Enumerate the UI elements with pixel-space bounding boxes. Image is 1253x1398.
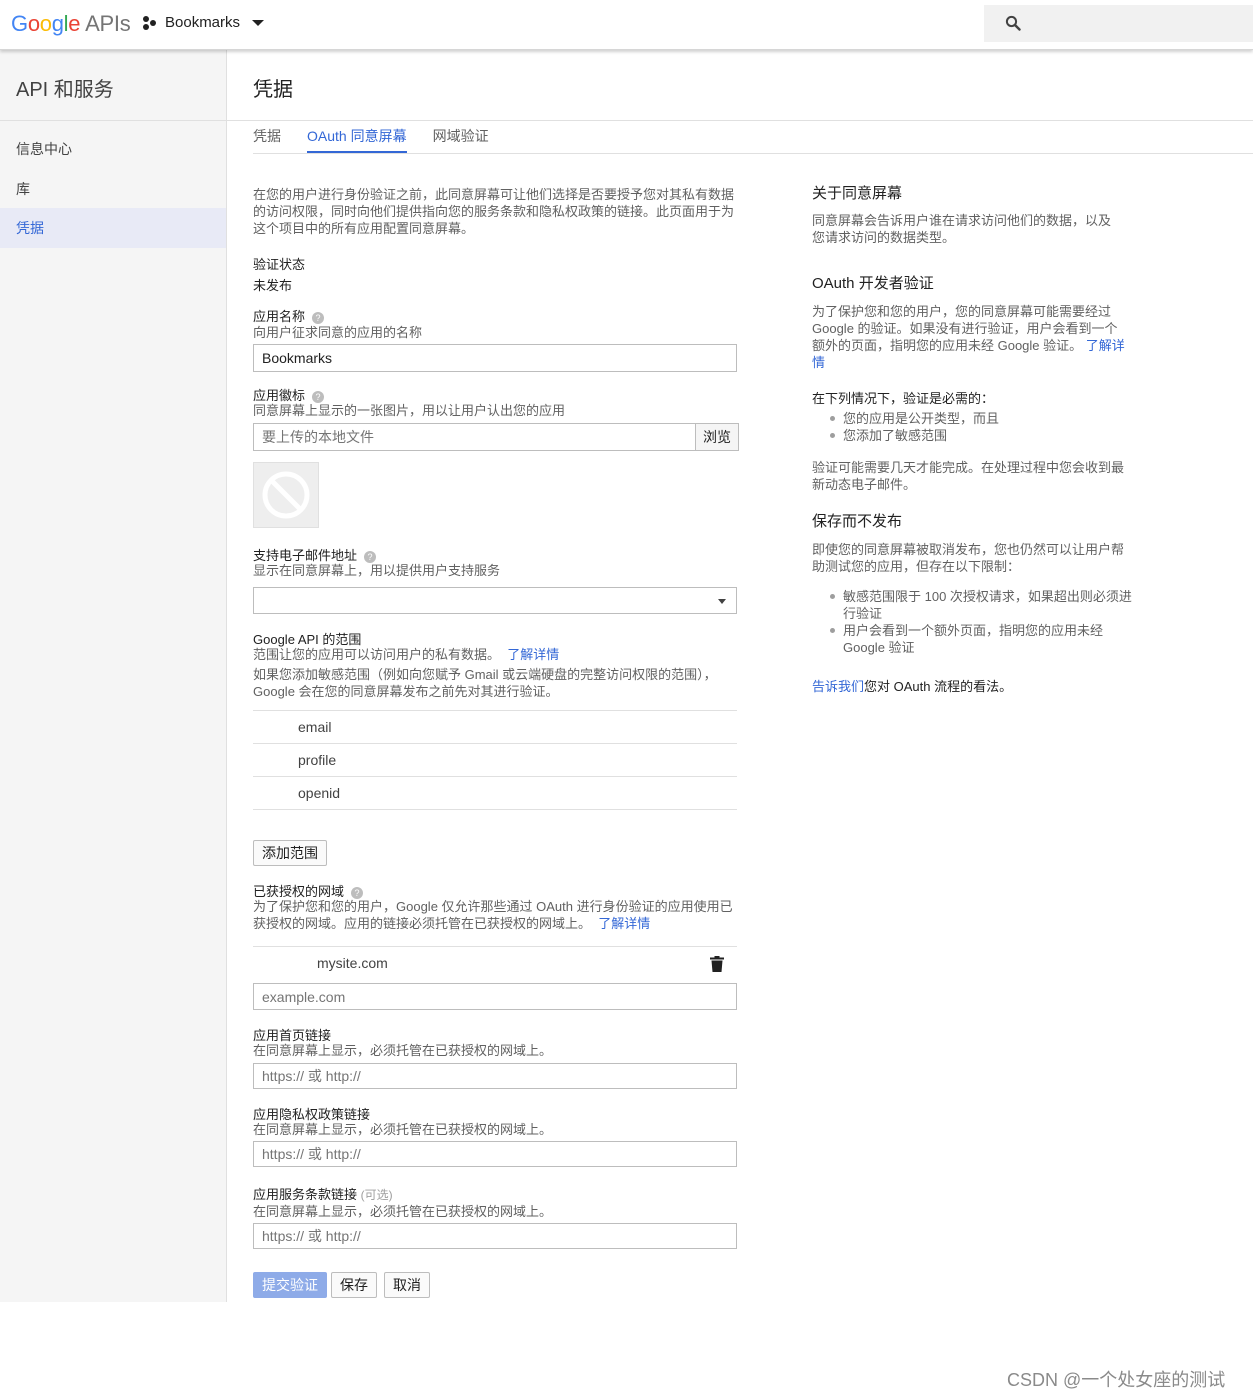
project-dots-icon — [142, 15, 158, 31]
scopes-learn-more-link[interactable]: 了解详情 — [507, 647, 559, 662]
logo-preview — [253, 462, 319, 528]
authorized-domains-desc: 为了保护您和您的用户，Google 仅允许那些通过 OAuth 进行身份验证的应… — [253, 898, 737, 932]
cancel-button[interactable]: 取消 — [384, 1272, 430, 1298]
project-name: Bookmarks — [165, 14, 241, 31]
list-item: 您的应用是公开类型，而且 — [812, 410, 1132, 427]
support-email-label-text: 支持电子邮件地址 — [253, 548, 358, 563]
sidebar-item-library[interactable]: 库 — [0, 169, 226, 209]
save-unpublished-text: 即使您的同意屏幕被取消发布，您也仍然可以让用户帮助测试您的应用，但存在以下限制： — [812, 542, 1125, 574]
tos-input[interactable] — [253, 1223, 737, 1249]
help-icon[interactable]: ? — [312, 312, 325, 324]
watermark: CSDN @一个处女座的测试 — [1007, 1370, 1226, 1390]
logo-suffix: APIs — [85, 11, 131, 36]
domains-learn-more-link[interactable]: 了解详情 — [598, 916, 650, 931]
header-divider — [227, 120, 1253, 121]
intro-text: 在您的用户进行身份验证之前，此同意屏幕可让他们选择是否要授予您对其私有数据的访问… — [253, 187, 735, 236]
authorized-domains-label-text: 已获授权的网域 — [253, 884, 345, 899]
about-title: 关于同意屏幕 — [812, 185, 903, 202]
domain-input[interactable] — [253, 983, 737, 1010]
list-item: 您添加了敏感范围 — [812, 427, 1132, 444]
optional-tag: (可选) — [360, 1188, 393, 1202]
app-logo-label-text: 应用徽标 — [253, 388, 306, 403]
list-item: 敏感范围限于 100 次授权请求，如果超出则必须进行验证 — [812, 588, 1132, 622]
list-item: 用户会看到一个额外页面，指明您的应用未经 Google 验证 — [812, 622, 1132, 656]
caret-down-icon — [252, 19, 265, 26]
app-name-label: 应用名称? — [253, 308, 325, 325]
tab-bar: 凭据 OAuth 同意屏幕 网域验证 — [253, 122, 515, 154]
app-name-input[interactable] — [253, 344, 737, 372]
sidebar-title: API 和服务 — [16, 79, 114, 101]
logo-letter: g — [51, 11, 64, 36]
dropdown-arrow-icon — [718, 599, 726, 604]
logo-letter: o — [39, 11, 52, 36]
tab-oauth-consent[interactable]: OAuth 同意屏幕 — [307, 122, 407, 153]
search-box[interactable] — [984, 5, 1253, 42]
required-title: 在下列情况下，验证是必需的： — [812, 391, 995, 406]
tos-label-text: 应用服务条款链接 — [253, 1187, 358, 1202]
verification-status-label: 验证状态 — [253, 257, 306, 272]
about-text: 同意屏幕会告诉用户谁在请求访问他们的数据，以及您请求访问的数据类型。 — [812, 213, 1112, 245]
browse-button[interactable]: 浏览 — [695, 423, 739, 451]
submit-verification-button[interactable]: 提交验证 — [253, 1272, 327, 1298]
dev-verification-text-body: 为了保护您和您的用户，您的同意屏幕可能需要经过 Google 的验证。如果没有进… — [812, 304, 1118, 353]
tabs-divider — [253, 153, 1253, 154]
homepage-desc: 在同意屏幕上显示，必须托管在已获授权的网域上。 — [253, 1043, 553, 1058]
search-icon — [1005, 15, 1021, 31]
verification-days-text: 验证可能需要几天才能完成。在处理过程中您会收到最新动态电子邮件。 — [812, 460, 1125, 492]
no-image-icon — [262, 471, 310, 519]
save-button[interactable]: 保存 — [331, 1272, 377, 1298]
google-apis-logo[interactable]: Google APIs — [11, 11, 131, 37]
add-scope-button[interactable]: 添加范围 — [253, 840, 327, 866]
scopes-desc: 范围让您的应用可以访问用户的私有数据。 了解详情 — [253, 646, 559, 663]
scopes-note: 如果您添加敏感范围（例如向您赋予 Gmail 或云端硬盘的完整访问权限的范围），… — [253, 667, 717, 699]
tab-domain-verification[interactable]: 网域验证 — [433, 122, 489, 153]
app-name-label-text: 应用名称 — [253, 309, 306, 324]
save-unpublished-title: 保存而不发布 — [812, 513, 903, 530]
support-email-desc: 显示在同意屏幕上，用以提供用户支持服务 — [253, 563, 501, 578]
feedback-text-body: 您对 OAuth 流程的看法。 — [864, 679, 1013, 694]
sidebar-item-dashboard[interactable]: 信息中心 — [0, 129, 226, 169]
trash-icon[interactable] — [710, 956, 724, 972]
support-email-select[interactable] — [253, 587, 737, 614]
app-logo-desc: 同意屏幕上显示的一张图片，用以让用户认出您的应用 — [253, 403, 566, 418]
sidebar-item-credentials[interactable]: 凭据 — [0, 208, 226, 248]
limits-list: 敏感范围限于 100 次授权请求，如果超出则必须进行验证 用户会看到一个额外页面… — [812, 588, 1132, 656]
logo-file-input[interactable]: 要上传的本地文件 — [253, 423, 696, 451]
tos-label: 应用服务条款链接 (可选) — [253, 1186, 393, 1204]
privacy-input[interactable] — [253, 1141, 737, 1167]
verification-status-value: 未发布 — [253, 278, 293, 293]
scope-row-profile: profile — [253, 743, 737, 776]
dev-verification-text: 为了保护您和您的用户，您的同意屏幕可能需要经过 Google 的验证。如果没有进… — [812, 303, 1127, 371]
page-title: 凭据 — [253, 79, 293, 101]
tos-desc: 在同意屏幕上显示，必须托管在已获授权的网域上。 — [253, 1204, 553, 1219]
feedback-text: 告诉我们您对 OAuth 流程的看法。 — [812, 678, 1012, 695]
tab-credentials[interactable]: 凭据 — [253, 122, 281, 153]
feedback-link[interactable]: 告诉我们 — [812, 679, 864, 694]
domain-row: mysite.com — [253, 946, 737, 979]
scopes-desc-text: 范围让您的应用可以访问用户的私有数据。 — [253, 647, 501, 662]
sidebar: API 和服务 信息中心 库 凭据 — [0, 50, 227, 1302]
privacy-desc: 在同意屏幕上显示，必须托管在已获授权的网域上。 — [253, 1122, 553, 1137]
project-selector[interactable]: Bookmarks — [142, 14, 265, 31]
authorized-domains-desc-text: 为了保护您和您的用户，Google 仅允许那些通过 OAuth 进行身份验证的应… — [253, 899, 733, 931]
logo-letter: e — [68, 11, 81, 36]
top-app-bar: Google APIs Bookmarks — [0, 0, 1253, 50]
sidebar-divider — [0, 120, 226, 121]
logo-letter: o — [27, 11, 40, 36]
required-list: 您的应用是公开类型，而且 您添加了敏感范围 — [812, 410, 1132, 444]
domain-value: mysite.com — [317, 955, 388, 971]
scope-row-email: email — [253, 710, 737, 743]
scope-row-openid: openid — [253, 776, 737, 810]
homepage-input[interactable] — [253, 1063, 737, 1089]
app-name-desc: 向用户征求同意的应用的名称 — [253, 325, 423, 340]
logo-letter: G — [11, 11, 28, 36]
dev-verification-title: OAuth 开发者验证 — [812, 275, 934, 292]
